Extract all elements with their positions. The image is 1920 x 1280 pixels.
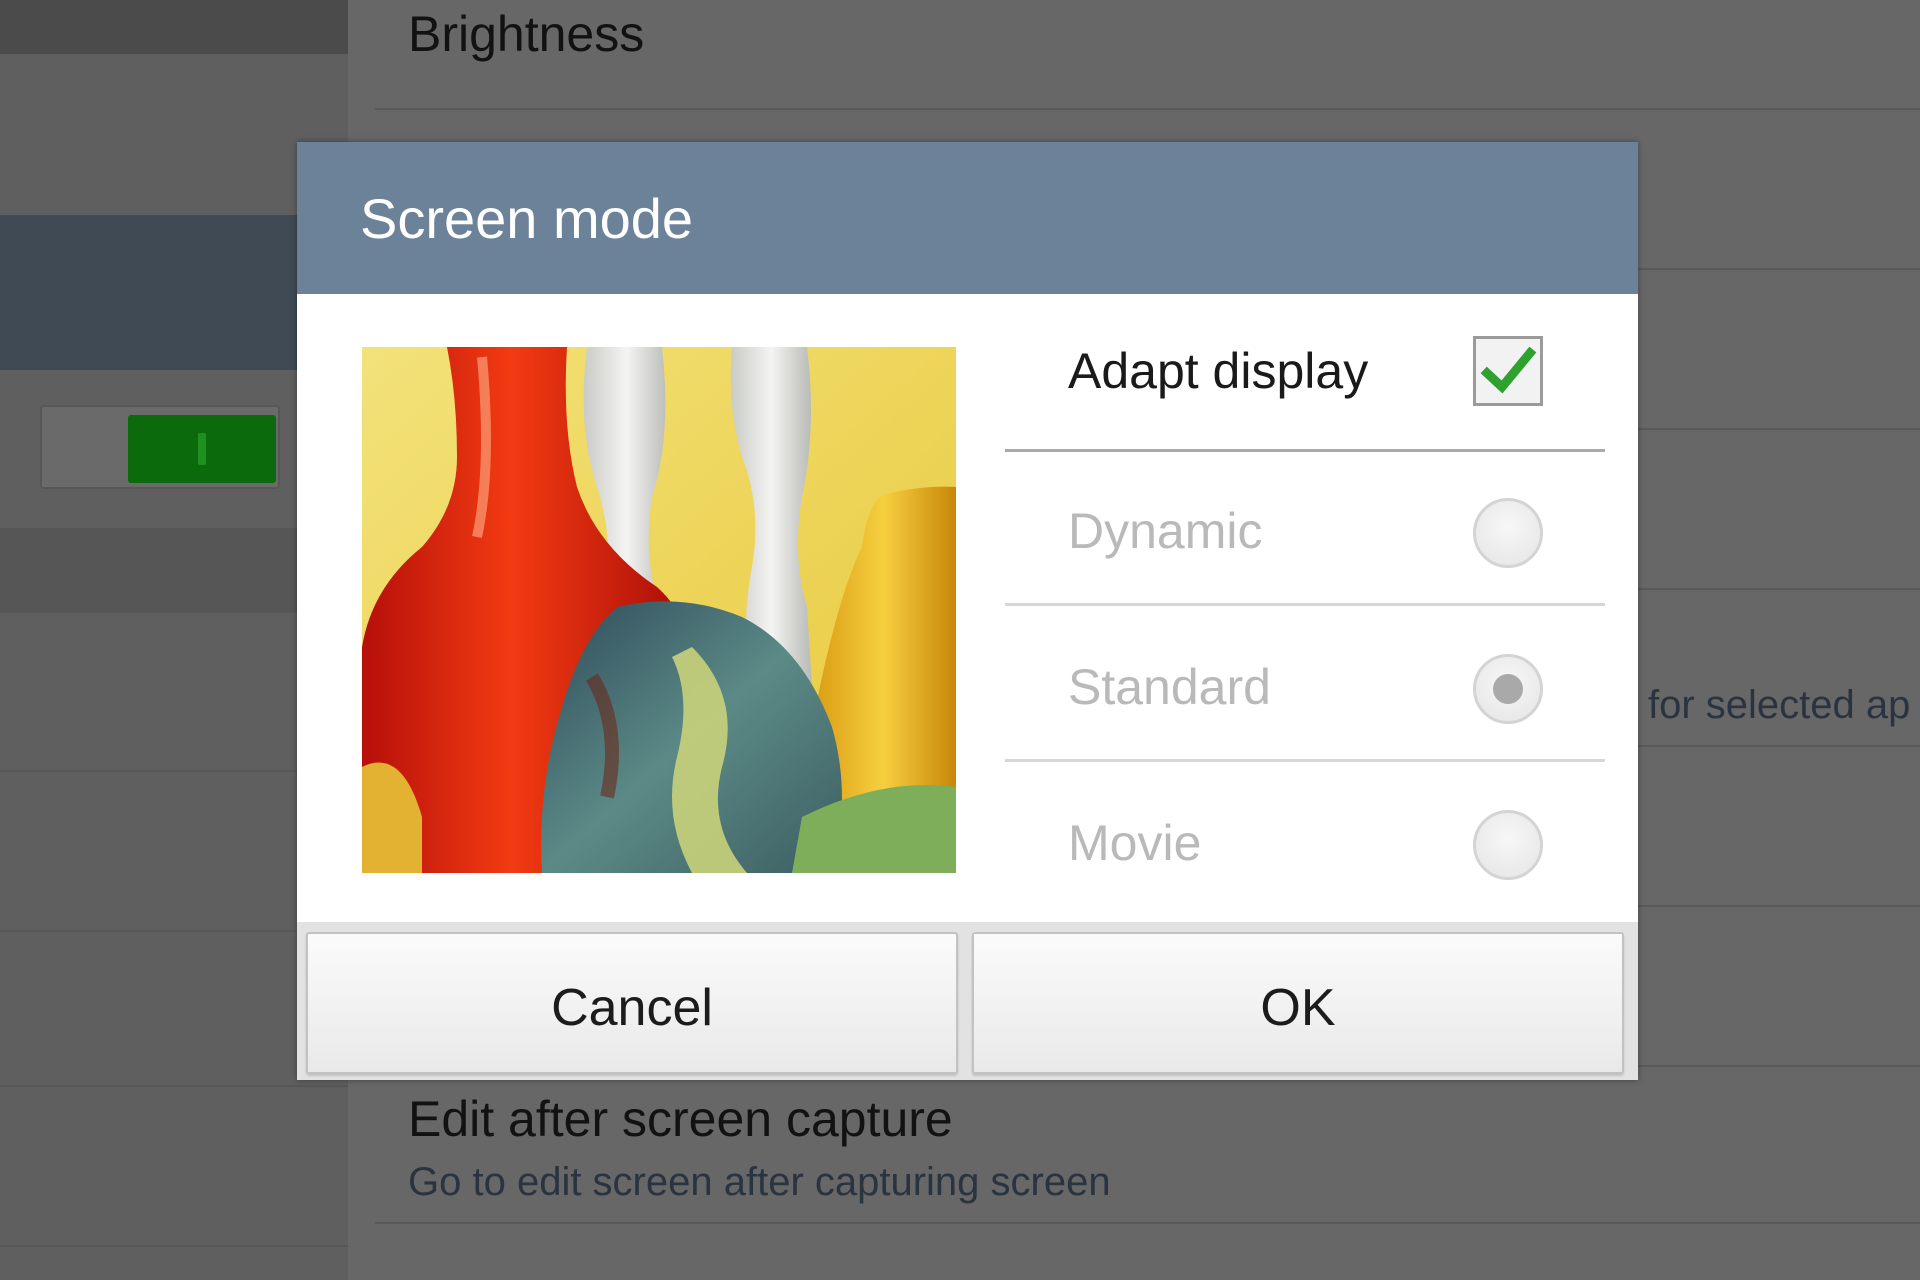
toggle-grip xyxy=(198,433,206,465)
dynamic-radio[interactable] xyxy=(1473,498,1543,568)
option-adapt-display[interactable]: Adapt display xyxy=(1005,294,1605,452)
dialog-button-bar: Cancel OK xyxy=(297,922,1638,1080)
standard-radio[interactable] xyxy=(1473,654,1543,724)
preview-image xyxy=(362,347,956,873)
edit-after-capture-subtitle: Go to edit screen after capturing screen xyxy=(408,1160,1111,1204)
option-label: Adapt display xyxy=(1068,343,1369,399)
option-standard[interactable]: Standard xyxy=(1005,606,1605,762)
partial-setting-subtitle: for selected ap xyxy=(1648,683,1911,727)
divider xyxy=(0,770,348,772)
settings-sidebar xyxy=(0,0,348,1280)
ok-button[interactable]: OK xyxy=(972,932,1624,1074)
screen-mode-dialog: Screen mode Adapt display Dynamic Standa… xyxy=(297,142,1638,1080)
brightness-title[interactable]: Brightness xyxy=(408,5,644,63)
dialog-title: Screen mode xyxy=(360,187,694,250)
option-label: Standard xyxy=(1068,659,1271,715)
option-label: Movie xyxy=(1068,815,1202,871)
toggle-switch[interactable] xyxy=(40,405,280,489)
dialog-header: Screen mode xyxy=(297,142,1638,294)
movie-radio[interactable] xyxy=(1473,810,1543,880)
ok-button-label: OK xyxy=(1260,979,1336,1037)
sidebar-item-selected[interactable] xyxy=(0,215,348,370)
divider xyxy=(375,108,1920,110)
sidebar-item[interactable] xyxy=(0,528,348,613)
divider xyxy=(0,1085,348,1087)
cancel-button[interactable]: Cancel xyxy=(306,932,958,1074)
option-label: Dynamic xyxy=(1068,503,1263,559)
radio-selected-dot xyxy=(1493,674,1523,704)
option-movie[interactable]: Movie xyxy=(1005,762,1605,918)
screen: Brightness for selected ap Edit after sc… xyxy=(0,0,1920,1280)
cancel-button-label: Cancel xyxy=(551,979,713,1037)
option-dynamic[interactable]: Dynamic xyxy=(1005,450,1605,606)
checkmark-icon xyxy=(1480,346,1537,394)
adapt-display-checkbox[interactable] xyxy=(1473,336,1543,406)
sidebar-item[interactable] xyxy=(0,0,348,54)
toggle-on-thumb xyxy=(128,415,276,483)
divider xyxy=(0,1245,348,1247)
edit-after-capture-title[interactable]: Edit after screen capture xyxy=(408,1090,953,1148)
divider xyxy=(375,1222,1920,1224)
divider xyxy=(0,930,348,932)
